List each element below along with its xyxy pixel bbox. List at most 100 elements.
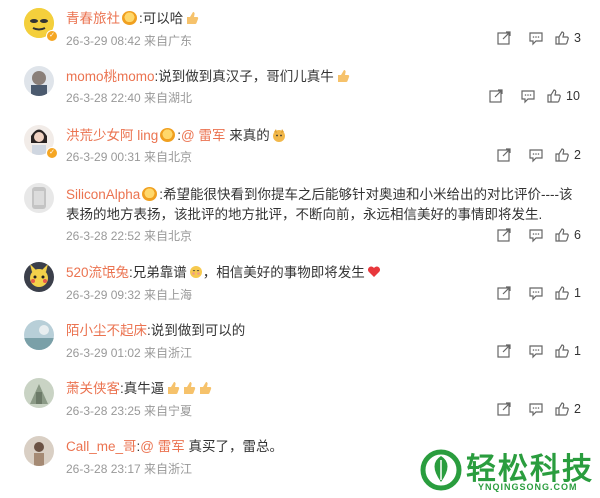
avatar[interactable] [24,262,54,292]
shy-face-emoji-icon [189,266,202,278]
comment-text: 兄弟靠谱 [132,265,187,280]
comment-text: 说到做到可以的 [150,323,246,338]
watermark-subtitle: YNQINGSONG.COM [478,482,578,492]
comment-button[interactable] [520,88,536,104]
like-button[interactable]: 3 [554,30,581,46]
doge-emoji-icon [272,129,285,142]
username-link[interactable]: Call_me_哥 [66,439,137,454]
comment-button[interactable] [528,401,544,417]
like-icon [555,148,569,162]
share-icon [497,31,511,45]
comment-item: SiliconAlpha:希望能很快看到你提车之后能够针对奥迪和小米给出的对比评… [0,183,600,253]
username-link[interactable]: 520流氓兔 [66,265,129,280]
share-icon [497,344,511,358]
comment-item: momo桃momo:说到做到真汉子，哥们儿真牛 26-3-28 22:40 来自… [0,66,600,124]
like-button[interactable]: 2 [554,147,581,163]
comment-item: 520流氓兔:兄弟靠谱 ，相信美好的事物即将发生 26-3-29 09:32 来自… [0,262,600,320]
comment-text: 真牛逼 [123,381,165,396]
comment-icon [521,90,535,104]
thumbs-up-emoji-icon [200,382,212,394]
medal-icon [160,128,176,142]
medal-icon [142,187,158,201]
comment-actions: 1 [496,285,586,301]
like-button[interactable]: 1 [554,285,581,301]
thumbs-up-emoji-icon [337,70,349,82]
like-icon [555,402,569,416]
comment-item: ✓ 洪荒少女阿 ling:@ 雷军 来真的 26-3-29 00:31 来自北京… [0,125,600,183]
share-icon [497,148,511,162]
comment-actions: 10 [488,88,586,104]
comment-meta: 26-3-28 23:25 来自宁夏 [66,404,193,418]
avatar[interactable] [24,183,54,213]
comment-actions: 3 [496,30,586,46]
comment-meta: 26-3-29 08:42 来自广东 [66,34,193,48]
username-link[interactable]: momo桃momo [66,69,155,84]
comment-line: 萧关侠客:真牛逼 [66,380,212,398]
comment-text: 说到做到真汉子，哥们儿真牛 [158,69,334,84]
comment-meta: 26-3-29 01:02 来自浙江 [66,346,193,360]
comment-text-continued: ，相信美好的事物即将发生 [202,265,365,280]
thumbs-up-emoji-icon [187,12,199,24]
share-button[interactable] [496,285,512,301]
thumbs-up-emoji-icon [184,382,196,394]
comment-button[interactable] [528,343,544,359]
share-button[interactable] [496,401,512,417]
like-icon [547,89,561,103]
like-count: 6 [574,228,581,242]
comment-button[interactable] [528,147,544,163]
comment-line: momo桃momo:说到做到真汉子，哥们儿真牛 [66,68,350,86]
mention-link[interactable]: @ 雷军 [140,439,184,454]
comment-item: 萧关侠客:真牛逼 26-3-28 23:25 来自宁夏 2 [0,378,600,436]
like-icon [555,31,569,45]
like-count: 2 [574,402,581,416]
username-link[interactable]: 青春旅社 [66,11,120,26]
share-button[interactable] [496,30,512,46]
like-button[interactable]: 10 [546,88,580,104]
verified-badge-icon: ✓ [46,30,58,42]
comment-button[interactable] [528,30,544,46]
watermark-logo: 轻松科技 YNQINGSONG.COM [414,440,600,498]
mention-link[interactable]: @ 雷军 [181,128,225,143]
comment-actions: 1 [496,343,586,359]
comment-line: 洪荒少女阿 ling:@ 雷军 来真的 [66,127,286,145]
share-button[interactable] [488,88,504,104]
like-icon [555,344,569,358]
comment-meta: 26-3-28 23:17 来自浙江 [66,462,193,476]
comment-text: 真买了，雷总。 [184,439,284,454]
comment-icon [529,149,543,163]
share-button[interactable] [496,343,512,359]
like-icon [555,286,569,300]
comment-item: 陌小尘不起床:说到做到可以的 26-3-29 01:02 来自浙江 1 [0,320,600,378]
comment-actions: 2 [496,147,586,163]
like-button[interactable]: 1 [554,343,581,359]
share-icon [497,228,511,242]
comment-line: 青春旅社:可以哈 [66,10,199,28]
comment-icon [529,403,543,417]
comment-button[interactable] [528,227,544,243]
comment-text: 来真的 [225,128,270,143]
comment-text: 可以哈 [142,11,184,26]
username-link[interactable]: 萧关侠客 [66,381,120,396]
medal-icon [122,11,137,25]
like-count: 1 [574,344,581,358]
avatar[interactable] [24,436,54,466]
comment-button[interactable] [528,285,544,301]
like-button[interactable]: 6 [554,227,581,243]
avatar[interactable] [24,378,54,408]
like-button[interactable]: 2 [554,401,581,417]
comment-item: ✓ 青春旅社:可以哈 26-3-29 08:42 来自广东 3 [0,8,600,66]
comment-actions: 6 [496,227,586,243]
comment-icon [529,345,543,359]
share-icon [497,286,511,300]
avatar[interactable] [24,320,54,350]
comment-line: SiliconAlpha:希望能很快看到你提车之后能够针对奥迪和小米给出的对比评… [66,185,586,225]
username-link[interactable]: SiliconAlpha [66,187,140,202]
comment-line: 520流氓兔:兄弟靠谱 ，相信美好的事物即将发生 [66,264,381,282]
avatar[interactable] [24,66,54,96]
username-link[interactable]: 洪荒少女阿 ling [66,128,158,143]
comment-icon [529,32,543,46]
share-button[interactable] [496,147,512,163]
like-count: 3 [574,31,581,45]
share-button[interactable] [496,227,512,243]
username-link[interactable]: 陌小尘不起床 [66,323,147,338]
